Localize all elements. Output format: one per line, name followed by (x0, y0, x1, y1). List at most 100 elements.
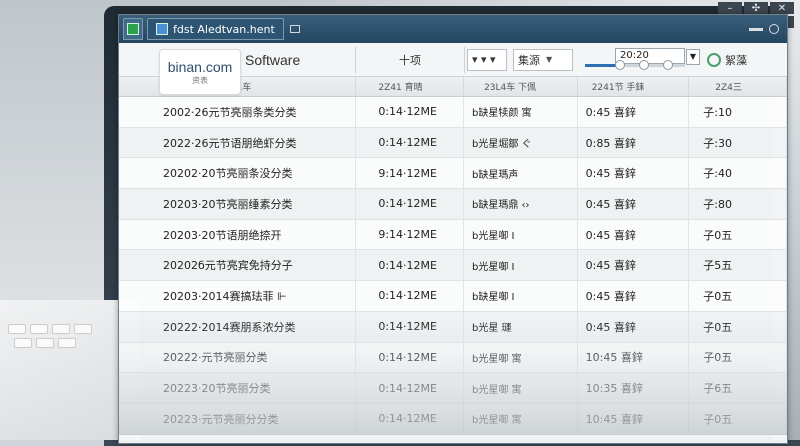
cell-duration: 10:45 喜鋅 (578, 342, 690, 373)
column-header[interactable]: 2Z41 育晴 (356, 77, 465, 96)
cell-status: b光星堀鄒 ぐ (464, 127, 578, 158)
cell-status: b缺星瑪鼎 ‹› (464, 189, 578, 219)
table-row[interactable]: 2002·26元节亮丽条类分类 0:14·12ME b缺星犊颜 寓 0:45 喜鋅 子:… (119, 97, 787, 128)
table-row[interactable]: 20202·20节亮丽条没分类 9:14·12ME b缺星瑪声 0:45 喜鋅 子:40 (119, 158, 787, 190)
cell-name: 2022·26元节语朋绝虾分类 (119, 127, 357, 158)
cell-time: 0:14·12ME (356, 127, 465, 158)
logo-subtext: 资表 (192, 75, 208, 85)
select-filter[interactable]: ▾ ▾ ▾ (467, 48, 507, 71)
cell-value: 子0五 (689, 311, 787, 342)
cell-duration: 0:45 喜鋅 (578, 281, 690, 311)
cell-name: 20223·20节亮丽分类 (119, 373, 357, 403)
time-input[interactable]: 20:20 ▼ (615, 47, 700, 65)
cell-name: 2002·26元节亮丽条类分类 (119, 97, 357, 127)
table-body: 2002·26元节亮丽条类分类 0:14·12ME b缺星犊颜 寓 0:45 喜鋅 子:… (119, 97, 787, 435)
toolbar-label-right[interactable]: 絮藻 (725, 52, 747, 68)
app-window: fdst Aledtvan.hent binan.com 资表 Software… (118, 14, 788, 444)
logo-text: binan.com (167, 58, 233, 75)
cell-value: 子0五 (689, 342, 787, 373)
cell-duration: 0:45 喜鋅 (578, 311, 690, 342)
cell-value: 子0五 (689, 219, 787, 250)
select-filter-value: ▾ ▾ ▾ (472, 53, 496, 66)
cell-time: 0:14·12ME (356, 373, 465, 403)
cell-name: 20203·20节语朋绝捺开 (119, 219, 357, 250)
cell-duration: 0:45 喜鋅 (578, 158, 690, 189)
cell-value: 子5五 (689, 250, 787, 281)
cell-value: 子:80 (689, 189, 787, 219)
cell-duration: 10:45 喜鋅 (578, 403, 690, 434)
slider-knob[interactable] (663, 59, 673, 70)
cell-name: 20222·元节亮丽分类 (119, 342, 357, 373)
cell-duration: 0:45 喜鋅 (578, 219, 690, 250)
table-row[interactable]: 20203·20节亮丽缍素分类 0:14·12ME b缺星瑪鼎 ‹› 0:45 喜鋅子… (119, 189, 787, 220)
cell-name: 20202·20节亮丽条没分类 (119, 158, 357, 189)
cell-time: 0:14·12ME (356, 281, 465, 311)
cell-name: 20202б元节亮宾免持分子 (119, 250, 357, 281)
cell-status: b缺星犊颜 寓 (464, 97, 578, 127)
logo: binan.com 资表 (159, 49, 241, 95)
cell-value: 子:30 (689, 127, 787, 158)
table-row[interactable]: 20202б元节亮宾免持分子 0:14·12ME b光星啣 Ⅰ 0:45 喜鋅 子5五 (119, 250, 787, 282)
cell-time: 0:14·12ME (356, 342, 465, 373)
minimize-icon[interactable]: – (718, 2, 742, 14)
cell-value: 子:40 (689, 158, 787, 189)
cell-name: 20203·2014赛搞珐菲 ⊩ (119, 281, 357, 311)
mail-icon (156, 23, 168, 35)
time-slider[interactable]: 20:20 ▼ (585, 47, 700, 72)
cell-duration: 10:35 喜鋅 (578, 373, 690, 403)
cell-status: b光星啣 寓 (464, 373, 578, 403)
select-source-value: 集源 (518, 53, 540, 67)
cell-name: 20203·20节亮丽缍素分类 (119, 189, 357, 219)
cell-status: b光星啣 寓 (464, 403, 578, 434)
cell-value: 子0五 (689, 403, 787, 434)
cell-duration: 0:45 喜鋅 (578, 189, 690, 219)
close-icon[interactable]: ✕ (770, 2, 794, 14)
titlebar-controls (749, 24, 787, 34)
table-row[interactable]: 2022·26元节语朋绝虾分类 0:14·12ME b光星堀鄒 ぐ 0:85 喜鋅 子:… (119, 127, 787, 159)
table-row[interactable]: 20223·20节亮丽分类 0:14·12ME b光星啣 寓 10:35 喜鋅 子6五 (119, 373, 787, 404)
brand-label: Software (245, 51, 301, 68)
dash-icon[interactable] (749, 27, 763, 31)
slider-knob[interactable] (639, 59, 649, 70)
tab-label: fdst Aledtvan.hent (173, 22, 275, 36)
cell-duration: 0:45 喜鋅 (578, 97, 690, 127)
cell-status: b光星啣 Ⅰ (464, 219, 578, 250)
column-header[interactable]: 23L4车 下佩 (464, 77, 578, 96)
cell-time: 0:14·12ME (356, 250, 465, 281)
table-row[interactable]: 20203·2014赛搞珐菲 ⊩ 0:14·12ME b缺星啣 Ⅰ 0:45 喜鋅 子0… (119, 281, 787, 312)
tab-document[interactable]: fdst Aledtvan.hent (147, 18, 284, 40)
cell-name: 20222·2014赛朋系浓分类 (119, 311, 357, 342)
chevron-down-icon[interactable]: ▼ (686, 48, 700, 65)
cell-duration: 0:45 喜鋅 (578, 250, 690, 281)
slider-knob[interactable] (615, 59, 625, 70)
circle-icon[interactable] (769, 24, 779, 34)
move-icon[interactable]: ✣ (744, 2, 768, 14)
cell-time: 0:14·12ME (356, 97, 465, 127)
cell-time: 0:14·12ME (356, 403, 465, 434)
cell-status: b缺星啣 Ⅰ (464, 281, 578, 311)
select-source[interactable]: 集源 ▼ (513, 48, 573, 71)
tab-minimize-icon[interactable] (289, 25, 300, 33)
cell-value: 子:10 (689, 97, 787, 127)
column-header[interactable]: 2Z4三 (689, 77, 787, 96)
table-row[interactable]: 20222·2014赛朋系浓分类 0:14·12ME b光星 璭 0:45 喜鋅 子0五 (119, 311, 787, 343)
cell-time: 9:14·12ME (356, 158, 465, 189)
column-header[interactable]: 2241节 手銇 (578, 77, 690, 96)
toolbar: binan.com 资表 Software 十项 ▾ ▾ ▾ 集源 ▼ 20:2… (119, 43, 787, 95)
divider (464, 46, 465, 73)
check-icon (127, 23, 139, 35)
cell-value: 子6五 (689, 373, 787, 403)
cell-duration: 0:85 喜鋅 (578, 127, 690, 158)
cell-status: b光星啣 寓 (464, 342, 578, 373)
toolbar-button-items[interactable]: 十项 (356, 48, 464, 72)
gear-icon[interactable] (707, 52, 721, 67)
table-row[interactable]: 20222·元节亮丽分类 0:14·12ME b光星啣 寓 10:45 喜鋅 子0五 (119, 342, 787, 374)
table-row[interactable]: 20203·20节语朋绝捺开 9:14·12ME b光星啣 Ⅰ 0:45 喜鋅 子0五 (119, 219, 787, 251)
cell-value: 子0五 (689, 281, 787, 311)
cell-time: 0:14·12ME (356, 189, 465, 219)
tab-check[interactable] (123, 18, 143, 40)
cell-status: b光星啣 Ⅰ (464, 250, 578, 281)
cell-name: 20223·元节亮丽分分类 (119, 403, 357, 434)
table-row[interactable]: 20223·元节亮丽分分类 0:14·12ME b光星啣 寓 10:45 喜鋅 子0五 (119, 403, 787, 435)
cell-status: b光星 璭 (464, 311, 578, 342)
